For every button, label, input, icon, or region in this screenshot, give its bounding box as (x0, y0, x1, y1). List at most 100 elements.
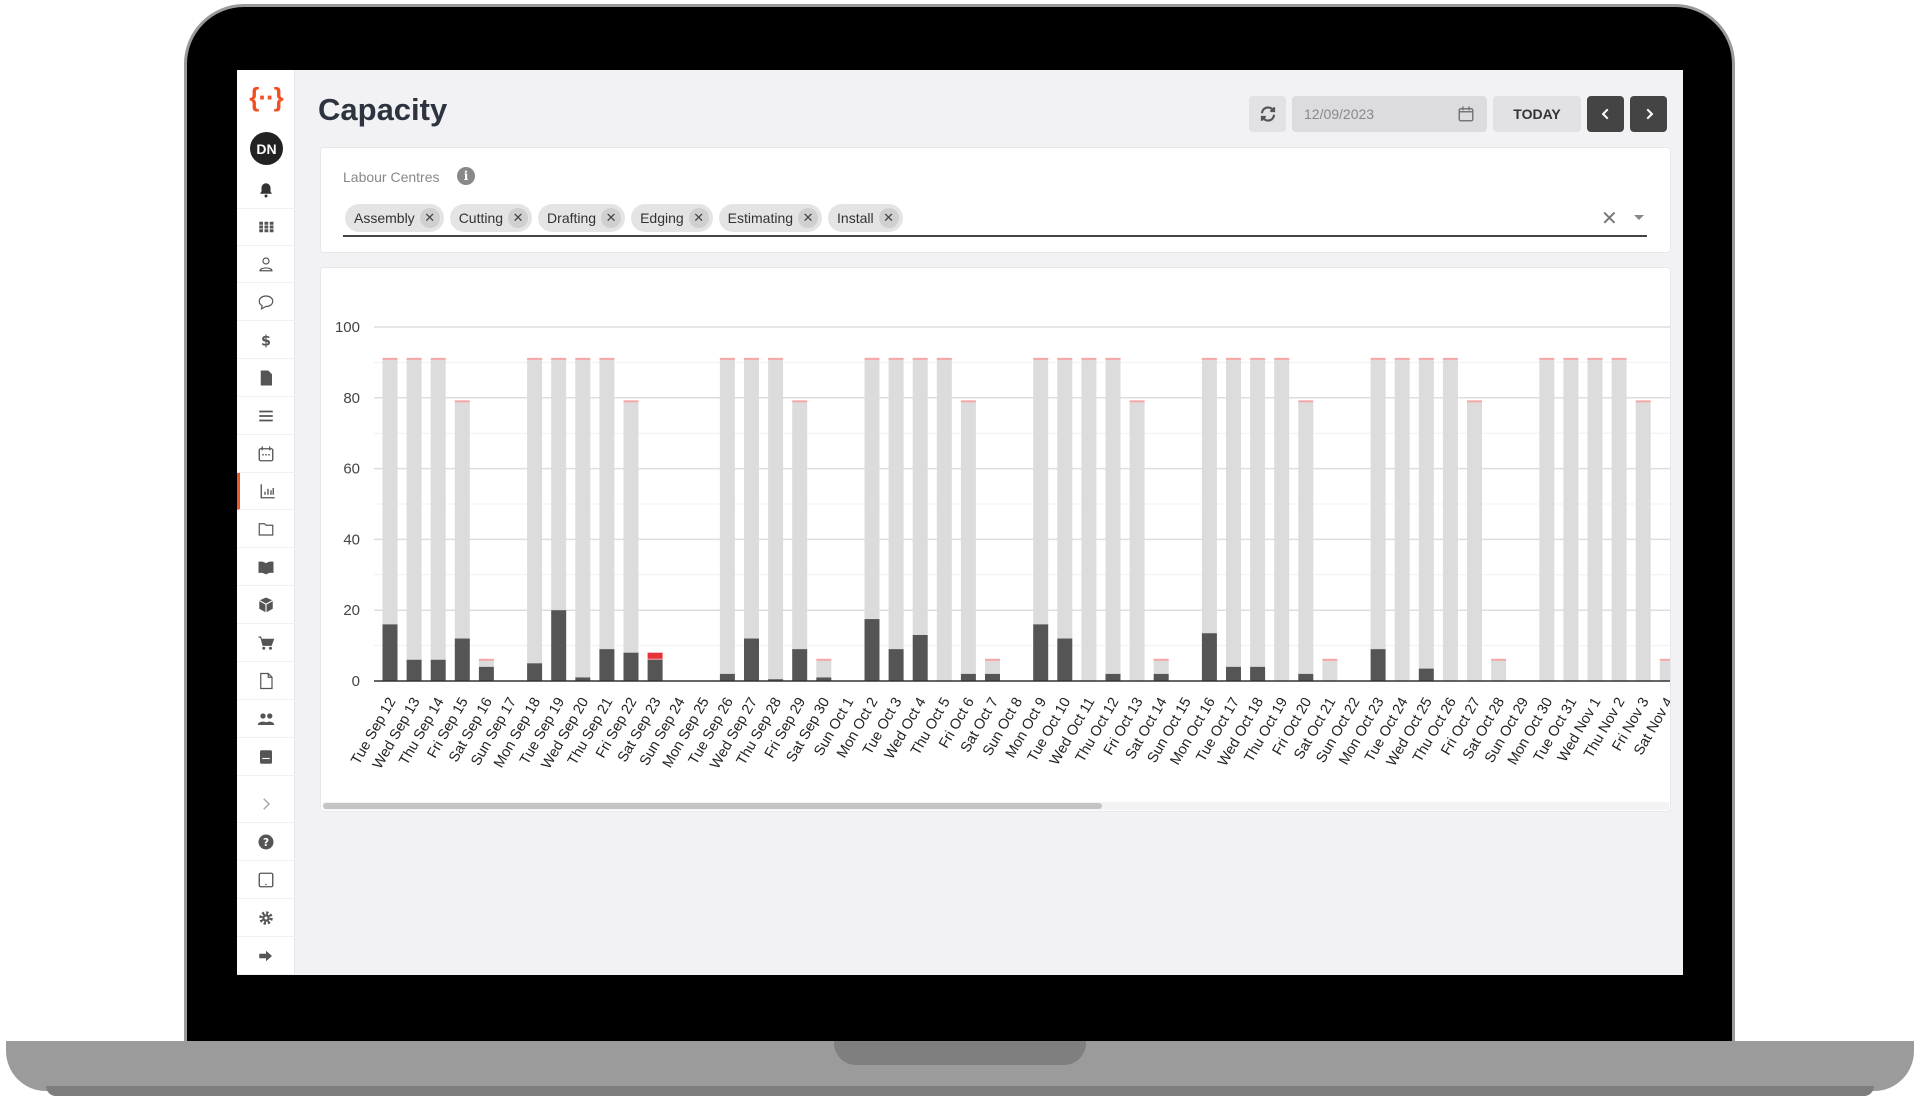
bar-capacity-cap (1201, 357, 1217, 360)
chip-estimating: Estimating ✕ (718, 204, 823, 232)
bar-capacity-cap (719, 357, 735, 360)
bar-remaining (1274, 358, 1290, 681)
bar-remaining (430, 358, 446, 660)
bar-remaining (816, 659, 832, 678)
sidebar-item-folder[interactable] (237, 511, 295, 548)
grid-icon (259, 221, 274, 233)
today-button[interactable]: TODAY (1493, 96, 1581, 132)
sidebar-item-chevron-right[interactable] (237, 786, 295, 823)
remove-chip-icon[interactable]: ✕ (798, 208, 819, 228)
bar-remaining (551, 358, 567, 611)
tablet-icon (258, 872, 274, 888)
sidebar-item-grid[interactable] (237, 209, 295, 246)
next-button[interactable] (1630, 96, 1667, 132)
bar-capacity-cap (1105, 357, 1121, 360)
chart-card: 0 20 40 60 80 100 Tue Sep 12 Wed Sep 13 Thu Sep … (320, 267, 1671, 812)
bar-remaining (1659, 659, 1670, 681)
list-icon (259, 410, 273, 422)
bar-used (864, 619, 880, 681)
bar-capacity-cap (912, 357, 928, 360)
previous-button[interactable] (1587, 96, 1624, 132)
bar-remaining (768, 358, 784, 680)
bar-remaining (1394, 358, 1410, 681)
gear-icon (259, 911, 273, 925)
bar-used (647, 659, 663, 681)
sidebar-item-users[interactable] (237, 701, 295, 738)
bar-used (1370, 649, 1386, 681)
clear-all-icon[interactable]: ✕ (1601, 206, 1618, 231)
bar-used (382, 624, 398, 681)
bar-capacity-cap (1250, 357, 1266, 360)
bar-used (454, 638, 470, 681)
bar-capacity-cap (575, 357, 591, 360)
sidebar-item-logout[interactable] (237, 938, 295, 975)
capacity-chart: 020406080100Tue Sep 12Wed Sep 13Thu Sep … (335, 319, 1670, 772)
dropdown-caret-icon[interactable] (1634, 215, 1644, 220)
bar-capacity-cap (430, 357, 446, 360)
bar-capacity-cap (1442, 357, 1458, 360)
app-logo[interactable]: {··} (237, 82, 295, 113)
bar-capacity-cap (888, 357, 904, 360)
bar-capacity-cap (1611, 357, 1627, 360)
remove-chip-icon[interactable]: ✕ (688, 208, 709, 228)
laptop-notch (834, 1041, 1086, 1065)
sidebar-item-notebook[interactable] (237, 739, 295, 776)
bar-used (1153, 673, 1169, 681)
remove-chip-icon[interactable]: ✕ (419, 208, 440, 228)
sidebar-item-bell[interactable] (237, 172, 295, 209)
bar-capacity-cap (1153, 658, 1169, 661)
sidebar-item-list[interactable] (237, 398, 295, 435)
sidebar-item-tablet[interactable] (237, 862, 295, 899)
box-icon (258, 597, 274, 613)
bar-capacity-cap (1298, 400, 1314, 403)
bar-used (527, 663, 543, 681)
bar-used (551, 610, 567, 681)
chart-scrollbar[interactable] (323, 802, 1669, 810)
bar-remaining (406, 358, 422, 660)
bar-used (1033, 624, 1049, 681)
calendar-icon (258, 446, 274, 462)
labour-centre-chips: Assembly ✕ Cutting ✕ Drafting ✕ Edging ✕ Estimat… (345, 204, 903, 232)
bar-remaining (1370, 358, 1386, 650)
sidebar-item-gear[interactable] (237, 900, 295, 937)
chevron-right-icon (263, 798, 271, 810)
sidebar-item-book[interactable] (237, 549, 295, 586)
bar-remaining (1129, 401, 1145, 681)
dollar-icon: $ (261, 333, 271, 349)
sidebar-item-chat[interactable] (237, 284, 295, 321)
sidebar-item-dollar[interactable]: $ (237, 322, 295, 359)
date-input[interactable]: 12/09/2023 (1292, 96, 1487, 132)
bar-capacity-cap (1467, 400, 1482, 403)
y-tick-label: 20 (343, 602, 360, 619)
bar-capacity-cap (1394, 357, 1410, 360)
refresh-button[interactable] (1249, 96, 1286, 132)
sidebar-item-cart[interactable] (237, 625, 295, 662)
bar-capacity-cap (1322, 658, 1338, 661)
remove-chip-icon[interactable]: ✕ (878, 208, 899, 228)
bar-used (623, 652, 639, 681)
sidebar-item-help[interactable]: ? (237, 824, 295, 861)
chip-label: Cutting (458, 210, 504, 226)
sidebar-item-user[interactable] (237, 246, 295, 283)
bar-remaining (1491, 659, 1507, 681)
info-icon[interactable]: i (457, 167, 475, 185)
sidebar-item-document[interactable] (237, 663, 295, 700)
chip-drafting: Drafting ✕ (538, 204, 626, 232)
calendar-icon[interactable] (1457, 105, 1475, 123)
sidebar-item-bar-chart[interactable] (237, 473, 295, 510)
sidebar-item-calendar[interactable] (237, 436, 295, 473)
remove-chip-icon[interactable]: ✕ (508, 208, 529, 228)
scrollbar-thumb[interactable] (323, 803, 1102, 809)
chip-label: Assembly (354, 210, 415, 226)
bar-used (1298, 673, 1314, 681)
sidebar-item-box[interactable] (237, 587, 295, 624)
remove-chip-icon[interactable]: ✕ (601, 208, 622, 228)
bar-remaining (936, 358, 952, 681)
bar-chart-icon (260, 484, 275, 499)
avatar[interactable]: DN (250, 132, 283, 165)
chip-assembly: Assembly ✕ (345, 204, 444, 232)
bar-capacity-cap (960, 400, 976, 403)
sidebar-item-file[interactable] (237, 360, 295, 397)
bar-remaining (1201, 358, 1217, 634)
bar-used (912, 634, 928, 681)
